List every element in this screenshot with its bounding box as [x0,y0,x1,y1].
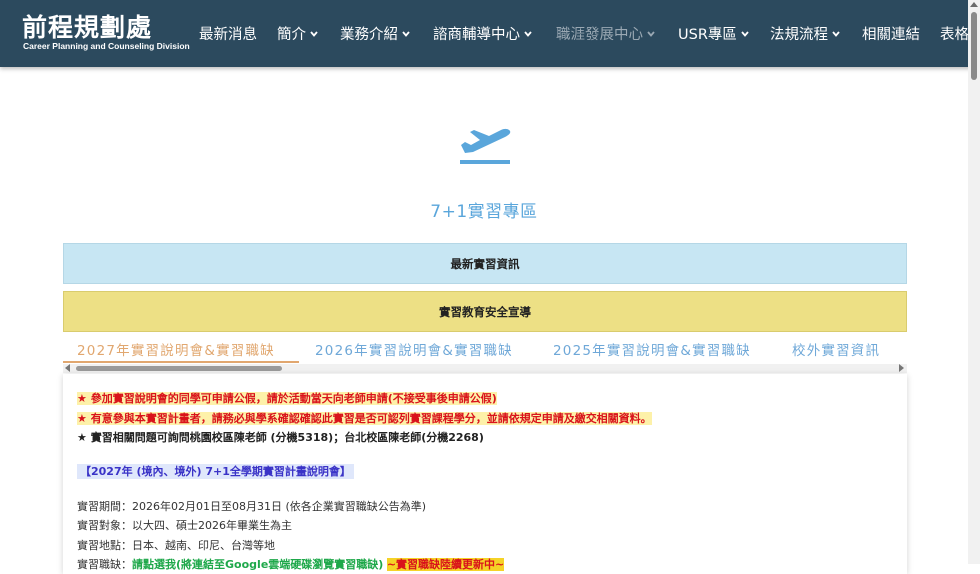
scroll-up-icon[interactable] [970,2,978,7]
internship-safety-button[interactable]: 實習教育安全宣導 [63,291,907,332]
site-title[interactable]: 前程規劃處 [22,8,152,44]
chevron-down-icon [741,31,749,37]
internship-jobs: 實習職缺：請點選我(將連結至Google雲端硬碟瀏覽實習職缺) ~實習職缺陸續更… [77,556,505,572]
internship-location: 實習地點：日本、越南、印尼、台灣等地 [77,539,275,552]
nav-item-services[interactable]: 業務介紹 [340,23,410,44]
scroll-right-icon[interactable] [899,364,904,372]
jobs-update-note: ~實習職缺陸續更新中~ [386,558,505,571]
airplane-takeoff-icon [460,128,511,164]
scrollbar-thumb[interactable] [971,12,977,80]
nav-item-intro[interactable]: 簡介 [277,23,318,44]
notice-contact: ★ 實習相關問題可詢問桃園校區陳老師 (分機5318)；台北校區陳老師(分機22… [77,431,484,444]
chevron-down-icon [832,31,840,37]
section-title: 【2027年 (境內、境外) 7+1全學期實習計畫說明會】 [77,463,354,479]
chevron-down-icon [402,31,410,37]
tab-2027[interactable]: 2027年實習說明會&實習職缺 [77,339,275,359]
internship-target: 實習對象：以大四、碩士2026年畢業生為主 [77,519,292,532]
chevron-down-icon [524,31,532,37]
latest-internship-info-button[interactable]: 最新實習資訊 [63,243,907,284]
site-subtitle: Career Planning and Counseling Division [23,41,190,51]
chevron-down-icon [647,31,655,37]
internship-period: 實習期間：2026年02月01日至08月31日 (依各企業實習職缺公告為準) [77,500,427,513]
nav-item-links[interactable]: 相關連結 [862,23,920,44]
page-title: 7+1實習專區 [430,202,538,222]
nav-item-regulations[interactable]: 法規流程 [770,23,840,44]
nav-item-career-center[interactable]: 職涯發展中心 [556,23,655,44]
tab-2025[interactable]: 2025年實習說明會&實習職缺 [553,339,751,359]
nav-item-forms[interactable]: 表格 [940,23,969,44]
notice-leave: ★ 參加實習說明會的同學可申請公假，請於活動當天向老師申請(不接受事後申請公假) [77,392,497,405]
tabs-scrollbar-thumb[interactable] [76,366,282,371]
tab-2026[interactable]: 2026年實習說明會&實習職缺 [315,339,513,359]
chevron-down-icon [310,31,318,37]
nav-item-news[interactable]: 最新消息 [199,23,257,44]
scroll-left-icon[interactable] [65,364,70,372]
nav-item-counseling[interactable]: 諮商輔導中心 [433,23,532,44]
notice-credits: ★ 有意參與本實習計畫者，請務必與學系確認確認此實習是否可認列實習課程學分，並請… [77,412,652,425]
tab-external-internship[interactable]: 校外實習資訊 [792,339,880,359]
vertical-scrollbar[interactable] [968,0,980,564]
active-tab-indicator [63,361,299,363]
top-navigation-bar: 前程規劃處 Career Planning and Counseling Div… [0,0,980,67]
jobs-label: 實習職缺： [77,558,132,571]
nav-item-usr[interactable]: USR專區 [678,23,749,44]
jobs-drive-link[interactable]: 請點選我(將連結至Google雲端硬碟瀏覽實習職缺) [132,558,383,571]
